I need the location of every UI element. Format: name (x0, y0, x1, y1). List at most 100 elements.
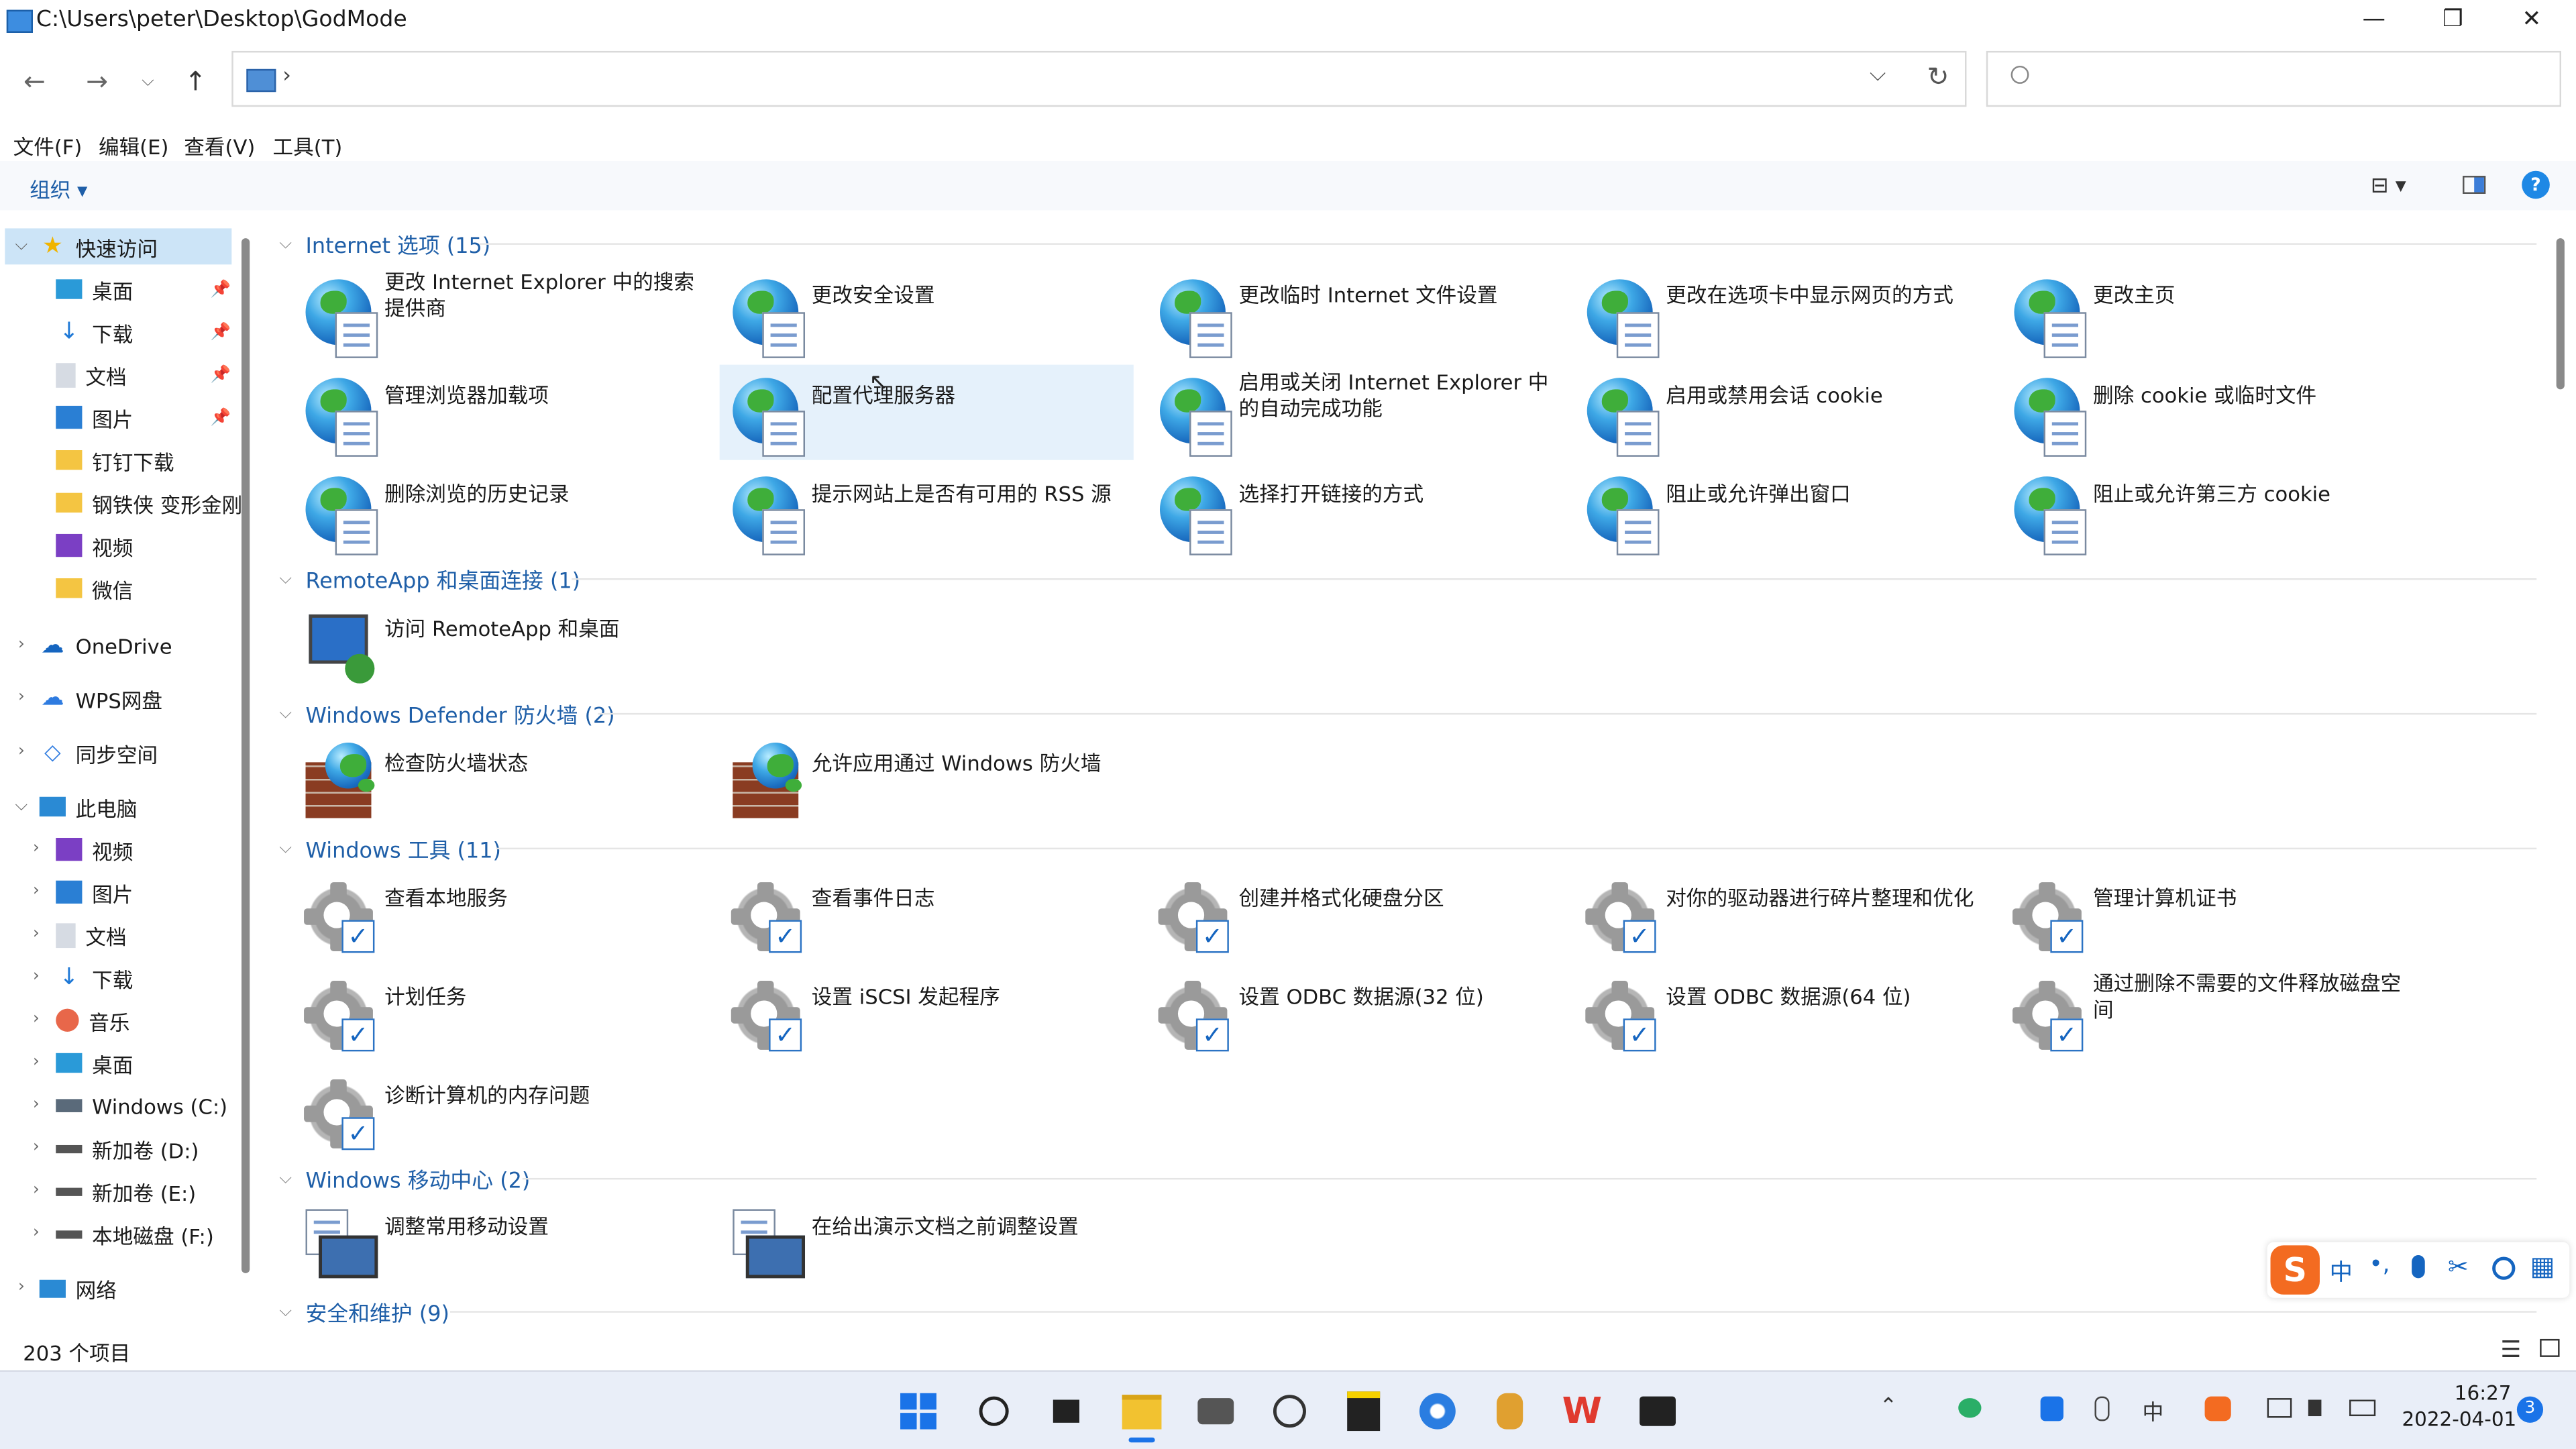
recent-locations-button[interactable]: ⌵ (128, 61, 168, 101)
item-odbc-64[interactable]: ✓ 设置 ODBC 数据源(64 位) (1574, 966, 1988, 1061)
sogou-tray-icon[interactable] (2204, 1396, 2231, 1421)
menu-tools[interactable]: 工具(T) (273, 129, 343, 161)
item-delete-cookies[interactable]: 删除 cookie 或临时文件 (2001, 365, 2415, 460)
expand-quick-access-chevron-icon[interactable]: ⌵ (11, 237, 31, 255)
tools-app-button[interactable] (1636, 1390, 1679, 1433)
search-input[interactable] (1986, 50, 2561, 107)
sidebar-item-documents[interactable]: 文档 (56, 355, 127, 394)
item-proxy-server[interactable]: 配置代理服务器 (719, 364, 1134, 460)
sidebar-item-network[interactable]: 网络 (39, 1269, 117, 1308)
expand-chevron-icon[interactable]: › (26, 967, 46, 985)
item-delete-history[interactable]: 删除浏览的历史记录 (292, 464, 706, 559)
item-popup-blocker[interactable]: 阻止或允许弹出窗口 (1574, 464, 1988, 559)
network-tray-icon[interactable] (2267, 1398, 2292, 1418)
sidebar-item-dingtalk-downloads[interactable]: 钉钉下载 (56, 440, 174, 480)
item-disk-partition[interactable]: ✓ 创建并格式化硬盘分区 (1146, 867, 1560, 963)
sidebar-item-transformers[interactable]: 钢铁侠 变形金刚 (56, 483, 242, 523)
microphone-tray-icon[interactable] (2094, 1396, 2110, 1421)
group-header-remoteapp[interactable]: ⌵ RemoteApp 和桌面连接 (1) (279, 564, 580, 595)
sidebar-item-pc-downloads[interactable]: ↓ 下载 (56, 958, 133, 998)
sidebar-item-pc-desktop[interactable]: 桌面 (56, 1043, 133, 1083)
ime-language-tray[interactable]: 中 (2142, 1395, 2163, 1426)
sidebar-item-pictures[interactable]: 图片 (56, 398, 133, 437)
clock-time[interactable]: 16:27 (2455, 1382, 2512, 1405)
volume-tray-icon[interactable] (2308, 1399, 2322, 1417)
ime-screenshot-icon[interactable]: ✂ (2448, 1252, 2469, 1281)
start-button[interactable] (897, 1390, 940, 1433)
sidebar-item-onedrive[interactable]: ☁ OneDrive (40, 626, 172, 665)
item-security-settings[interactable]: 更改安全设置 (720, 266, 1134, 362)
breadcrumb-chevron-icon[interactable]: › (282, 64, 291, 89)
battery-tray-icon[interactable] (2349, 1399, 2376, 1417)
item-odbc-32[interactable]: ✓ 设置 ODBC 数据源(32 位) (1146, 966, 1560, 1061)
item-disk-cleanup[interactable]: ✓ 通过删除不需要的文件释放磁盘空间 (2001, 966, 2415, 1061)
camera-app-button[interactable] (1194, 1390, 1237, 1433)
sidebar-item-drive-e[interactable]: 新加卷 (E:) (56, 1171, 196, 1211)
details-view-button[interactable]: ☰ (2500, 1337, 2521, 1363)
sidebar-item-sync-space[interactable]: ◇ 同步空间 (40, 733, 158, 772)
sidebar-item-pc-pictures[interactable]: 图片 (56, 872, 133, 912)
item-third-party-cookie[interactable]: 阻止或允许第三方 cookie (2001, 464, 2415, 559)
sidebar-item-this-pc[interactable]: 此电脑 (39, 787, 138, 826)
item-memory-diagnostic[interactable]: ✓ 诊断计算机的内存问题 (292, 1065, 706, 1160)
back-button[interactable]: ← (15, 61, 54, 101)
sidebar-item-drive-d[interactable]: 新加卷 (D:) (56, 1128, 199, 1168)
item-ie-autocomplete[interactable]: 启用或关闭 Internet Explorer 中的自动完成功能 (1146, 365, 1560, 460)
preview-pane-button[interactable] (2463, 176, 2486, 194)
expand-chevron-icon[interactable]: › (11, 1278, 31, 1296)
item-ie-search-provider[interactable]: 更改 Internet Explorer 中的搜索提供商 (292, 266, 706, 362)
group-header-internet[interactable]: ⌵ Internet 选项 (15) (279, 228, 490, 260)
expand-chevron-icon[interactable]: › (26, 1010, 46, 1028)
item-firewall-status[interactable]: 检查防火墙状态 (292, 733, 706, 828)
sidebar-item-quick-access[interactable]: ★ 快速访问 (40, 227, 158, 266)
bluetooth-tray-icon[interactable] (2040, 1396, 2063, 1421)
group-header-security-maintenance[interactable]: ⌵ 安全和维护 (9) (279, 1296, 449, 1328)
item-link-open-mode[interactable]: 选择打开链接的方式 (1146, 464, 1560, 559)
sidebar-item-downloads[interactable]: ↓ 下载 (56, 312, 133, 352)
item-iscsi[interactable]: ✓ 设置 iSCSI 发起程序 (720, 966, 1134, 1061)
item-temp-files[interactable]: 更改临时 Internet 文件设置 (1146, 266, 1560, 362)
wps-office-button[interactable]: W (1561, 1390, 1604, 1433)
file-explorer-taskbar-button[interactable] (1120, 1390, 1163, 1433)
sidebar-item-videos[interactable]: 视频 (56, 526, 133, 566)
item-defragment[interactable]: ✓ 对你的驱动器进行碎片整理和优化 (1574, 867, 1988, 963)
browser-app-button[interactable] (1416, 1390, 1459, 1433)
menu-edit[interactable]: 编辑(E) (99, 129, 168, 161)
notification-badge[interactable]: 3 (2516, 1396, 2544, 1423)
minimize-button[interactable]: — (2336, 0, 2412, 40)
sidebar-item-pc-documents[interactable]: 文档 (56, 915, 127, 955)
up-button[interactable]: ↑ (176, 61, 215, 101)
expand-chevron-icon[interactable]: › (26, 1224, 46, 1242)
item-certificates[interactable]: ✓ 管理计算机证书 (2001, 867, 2415, 963)
expand-chevron-icon[interactable]: › (11, 743, 31, 761)
item-session-cookie[interactable]: 启用或禁用会话 cookie (1574, 365, 1988, 460)
item-mobility-settings[interactable]: 调整常用移动设置 (292, 1196, 706, 1291)
forward-button[interactable]: → (77, 61, 117, 101)
sidebar-item-pc-videos[interactable]: 视频 (56, 830, 133, 869)
content-scrollbar[interactable] (2556, 238, 2565, 390)
ime-punctuation-toggle[interactable]: •, (2369, 1252, 2390, 1278)
item-remoteapp-access[interactable]: 访问 RemoteApp 和桌面 (292, 598, 706, 693)
address-bar[interactable]: › ⌵ ↻ (231, 50, 1967, 107)
collapse-this-pc-chevron-icon[interactable]: ⌵ (11, 797, 31, 815)
item-home-page[interactable]: 更改主页 (2001, 266, 2415, 362)
sidebar-item-wps-drive[interactable]: ☁ WPS网盘 (40, 678, 162, 718)
taskbar-search-button[interactable] (973, 1390, 1016, 1433)
close-button[interactable]: ✕ (2494, 0, 2570, 40)
change-view-button[interactable]: ⊟ ▾ (2371, 174, 2406, 199)
expand-chevron-icon[interactable]: › (26, 882, 46, 900)
sogou-logo-icon[interactable]: S (2270, 1245, 2320, 1295)
sidebar-item-pc-music[interactable]: 音乐 (56, 1000, 130, 1040)
wechat-tray-icon[interactable] (1958, 1398, 1982, 1418)
expand-chevron-icon[interactable]: › (26, 1138, 46, 1157)
group-header-windows-tools[interactable]: ⌵ Windows 工具 (11) (279, 833, 501, 864)
ime-search-icon[interactable] (2492, 1256, 2516, 1280)
item-event-log[interactable]: ✓ 查看事件日志 (720, 867, 1134, 963)
sidebar-item-wechat[interactable]: 微信 (56, 568, 133, 608)
expand-chevron-icon[interactable]: › (11, 636, 31, 654)
sidebar-scrollbar[interactable] (241, 238, 250, 1273)
sidebar-item-drive-f[interactable]: 本地磁盘 (F:) (56, 1214, 214, 1254)
expand-chevron-icon[interactable]: › (26, 839, 46, 857)
assistant-app-button[interactable] (1489, 1390, 1532, 1433)
sticky-notes-button[interactable] (1342, 1390, 1385, 1433)
